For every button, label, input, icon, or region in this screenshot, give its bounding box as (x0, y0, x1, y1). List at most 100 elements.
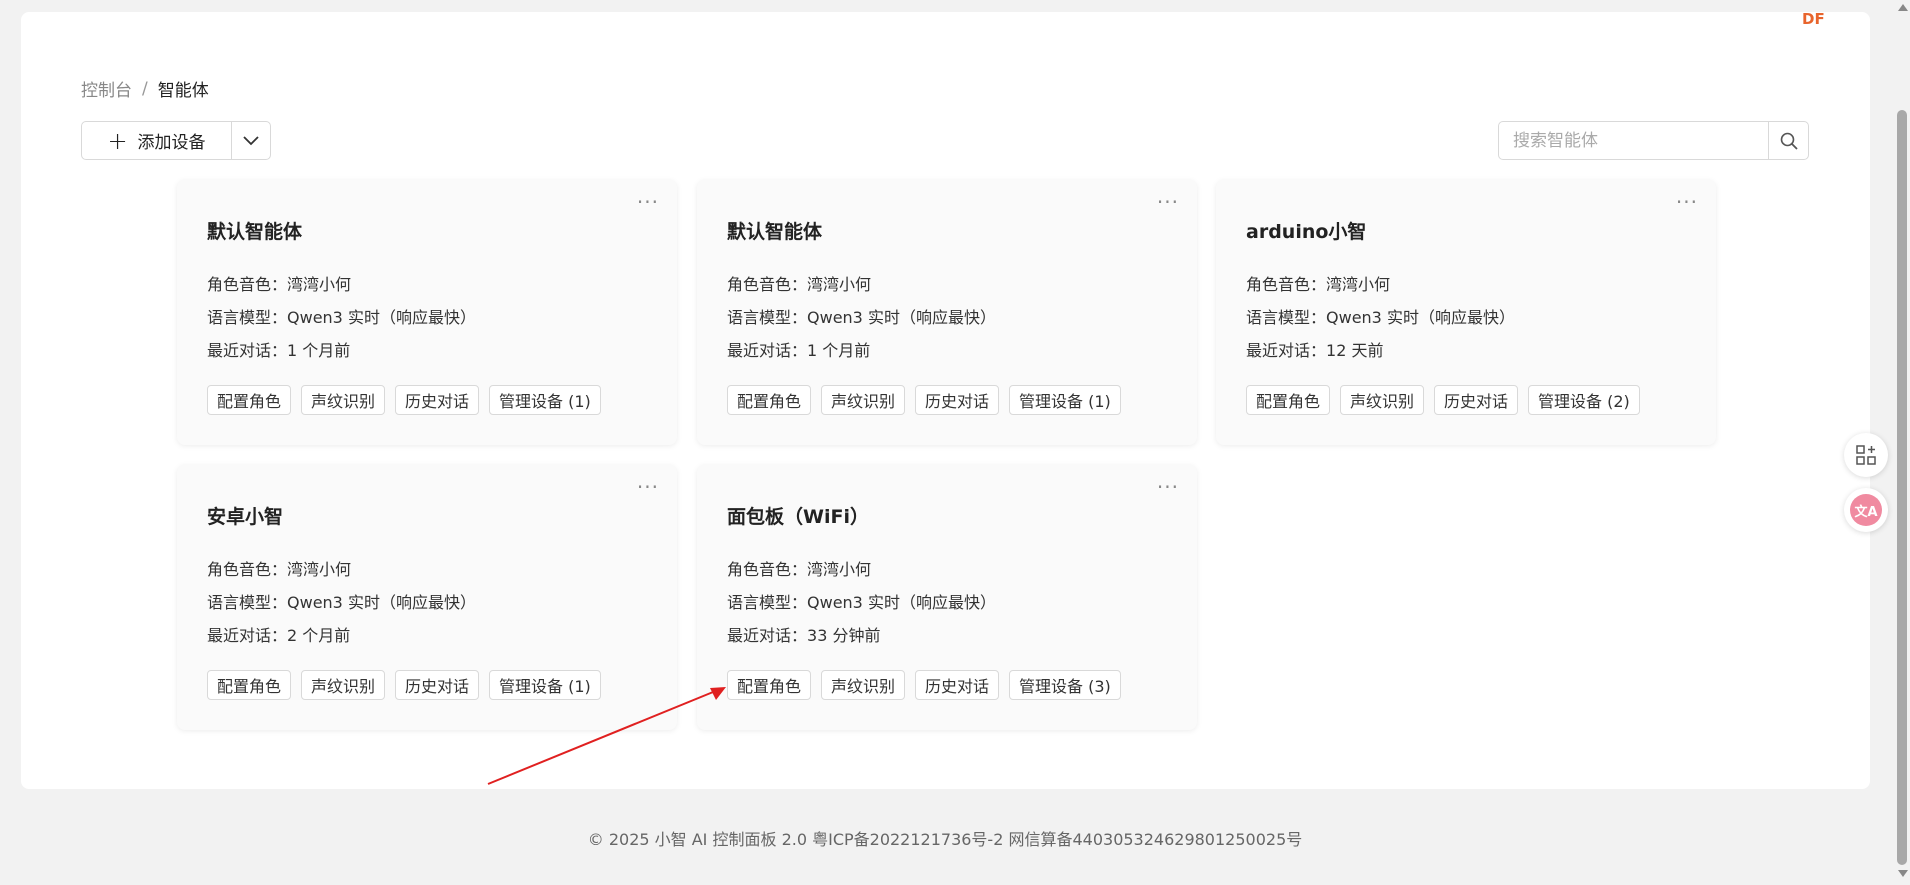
voice-label: 角色音色： (727, 560, 808, 579)
add-device-dropdown-button[interactable] (232, 122, 270, 159)
model-label: 语言模型： (1246, 308, 1327, 327)
recent-row: 最近对话：33 分钟前 (727, 619, 996, 652)
more-options-icon[interactable]: ··· (1676, 192, 1698, 212)
more-options-icon[interactable]: ··· (1157, 192, 1179, 212)
model-row: 语言模型：Qwen3 实时（响应最快） (727, 586, 996, 619)
agent-name: 安卓小智 (207, 506, 284, 528)
scroll-up-icon[interactable] (1898, 4, 1908, 11)
model-row: 语言模型：Qwen3 实时（响应最快） (727, 301, 996, 334)
history-button[interactable]: 历史对话 (395, 670, 480, 700)
breadcrumb-separator: / (142, 78, 148, 99)
voice-value: 湾湾小何 (807, 275, 872, 294)
search-group (1498, 121, 1809, 160)
recent-row: 最近对话：12 天前 (1246, 334, 1515, 367)
search-input[interactable] (1499, 122, 1768, 159)
voice-row: 角色音色：湾湾小何 (727, 268, 996, 301)
voice-row: 角色音色：湾湾小何 (207, 268, 476, 301)
voiceprint-button[interactable]: 声纹识别 (301, 670, 386, 700)
plus-icon: + (107, 126, 128, 155)
manage-devices-button[interactable]: 管理设备 (3) (1009, 670, 1121, 700)
recent-label: 最近对话： (727, 626, 808, 645)
apps-grid-icon (1856, 445, 1876, 465)
model-value: Qwen3 实时（响应最快） (287, 308, 476, 327)
model-label: 语言模型： (727, 308, 808, 327)
voice-row: 角色音色：湾湾小何 (1246, 268, 1515, 301)
scrollbar-thumb[interactable] (1897, 110, 1907, 865)
voiceprint-button[interactable]: 声纹识别 (1340, 385, 1425, 415)
model-row: 语言模型：Qwen3 实时（响应最快） (207, 586, 476, 619)
footer-text: © 2025 小智 AI 控制面板 2.0 粤ICP备2022121736号-2… (587, 830, 1303, 849)
add-device-group: + 添加设备 (81, 121, 271, 160)
manage-devices-button[interactable]: 管理设备 (2) (1528, 385, 1640, 415)
voice-label: 角色音色： (727, 275, 808, 294)
voice-label: 角色音色： (1246, 275, 1327, 294)
breadcrumb-current: 智能体 (157, 81, 209, 101)
recent-value: 33 分钟前 (807, 626, 881, 645)
more-options-icon[interactable]: ··· (1157, 477, 1179, 497)
configure-role-button[interactable]: 配置角色 (727, 670, 812, 700)
add-device-button[interactable]: + 添加设备 (82, 122, 232, 159)
history-button[interactable]: 历史对话 (395, 385, 480, 415)
model-value: Qwen3 实时（响应最快） (1326, 308, 1515, 327)
voice-label: 角色音色： (207, 560, 288, 579)
model-value: Qwen3 实时（响应最快） (287, 593, 476, 612)
configure-role-button[interactable]: 配置角色 (207, 385, 292, 415)
agent-card: ··· 默认智能体 角色音色：湾湾小何 语言模型：Qwen3 实时（响应最快） … (177, 180, 677, 445)
voice-value: 湾湾小何 (807, 560, 872, 579)
recent-value: 1 个月前 (287, 341, 351, 360)
voice-value: 湾湾小何 (287, 560, 352, 579)
recent-label: 最近对话： (207, 626, 288, 645)
recent-row: 最近对话：1 个月前 (207, 334, 476, 367)
agent-name: 默认智能体 (207, 221, 303, 243)
voiceprint-button[interactable]: 声纹识别 (821, 670, 906, 700)
recent-value: 2 个月前 (287, 626, 351, 645)
more-options-icon[interactable]: ··· (637, 192, 659, 212)
model-value: Qwen3 实时（响应最快） (807, 308, 996, 327)
recent-label: 最近对话： (1246, 341, 1327, 360)
configure-role-button[interactable]: 配置角色 (1246, 385, 1331, 415)
more-options-icon[interactable]: ··· (637, 477, 659, 497)
voice-value: 湾湾小何 (287, 275, 352, 294)
model-row: 语言模型：Qwen3 实时（响应最快） (207, 301, 476, 334)
recent-value: 12 天前 (1326, 341, 1384, 360)
annotation-arrow (487, 687, 726, 785)
search-button[interactable] (1768, 122, 1808, 159)
add-device-label: 添加设备 (137, 133, 206, 153)
recent-label: 最近对话： (727, 341, 808, 360)
agent-name: 面包板（WiFi） (727, 506, 869, 528)
model-label: 语言模型： (207, 593, 288, 612)
history-button[interactable]: 历史对话 (915, 385, 1000, 415)
configure-role-button[interactable]: 配置角色 (207, 670, 292, 700)
apps-float-button[interactable] (1844, 433, 1888, 477)
model-label: 语言模型： (207, 308, 288, 327)
search-icon (1780, 132, 1798, 150)
voice-label: 角色音色： (207, 275, 288, 294)
agent-card: ··· 默认智能体 角色音色：湾湾小何 语言模型：Qwen3 实时（响应最快） … (697, 180, 1197, 445)
chevron-down-icon (243, 135, 259, 145)
agent-card: ··· arduino小智 角色音色：湾湾小何 语言模型：Qwen3 实时（响应… (1216, 180, 1716, 445)
voiceprint-button[interactable]: 声纹识别 (301, 385, 386, 415)
agent-card: ··· 面包板（WiFi） 角色音色：湾湾小何 语言模型：Qwen3 实时（响应… (697, 465, 1197, 730)
voice-row: 角色音色：湾湾小何 (207, 553, 476, 586)
history-button[interactable]: 历史对话 (915, 670, 1000, 700)
model-label: 语言模型： (727, 593, 808, 612)
breadcrumb: 控制台 / 智能体 (81, 76, 209, 102)
translate-icon: 文A (1850, 494, 1882, 526)
agent-name: 默认智能体 (727, 221, 823, 243)
configure-role-button[interactable]: 配置角色 (727, 385, 812, 415)
translate-float-button[interactable]: 文A (1844, 488, 1888, 532)
recent-row: 最近对话：2 个月前 (207, 619, 476, 652)
scroll-down-icon[interactable] (1898, 870, 1908, 877)
brand-logo: DF (1802, 10, 1825, 28)
model-row: 语言模型：Qwen3 实时（响应最快） (1246, 301, 1515, 334)
breadcrumb-root[interactable]: 控制台 (81, 76, 132, 101)
scrollbar[interactable] (1894, 0, 1910, 885)
manage-devices-button[interactable]: 管理设备 (1) (489, 385, 601, 415)
voice-value: 湾湾小何 (1326, 275, 1391, 294)
manage-devices-button[interactable]: 管理设备 (1) (1009, 385, 1121, 415)
history-button[interactable]: 历史对话 (1434, 385, 1519, 415)
agent-name: arduino小智 (1246, 221, 1367, 243)
voiceprint-button[interactable]: 声纹识别 (821, 385, 906, 415)
recent-value: 1 个月前 (807, 341, 871, 360)
recent-row: 最近对话：1 个月前 (727, 334, 996, 367)
